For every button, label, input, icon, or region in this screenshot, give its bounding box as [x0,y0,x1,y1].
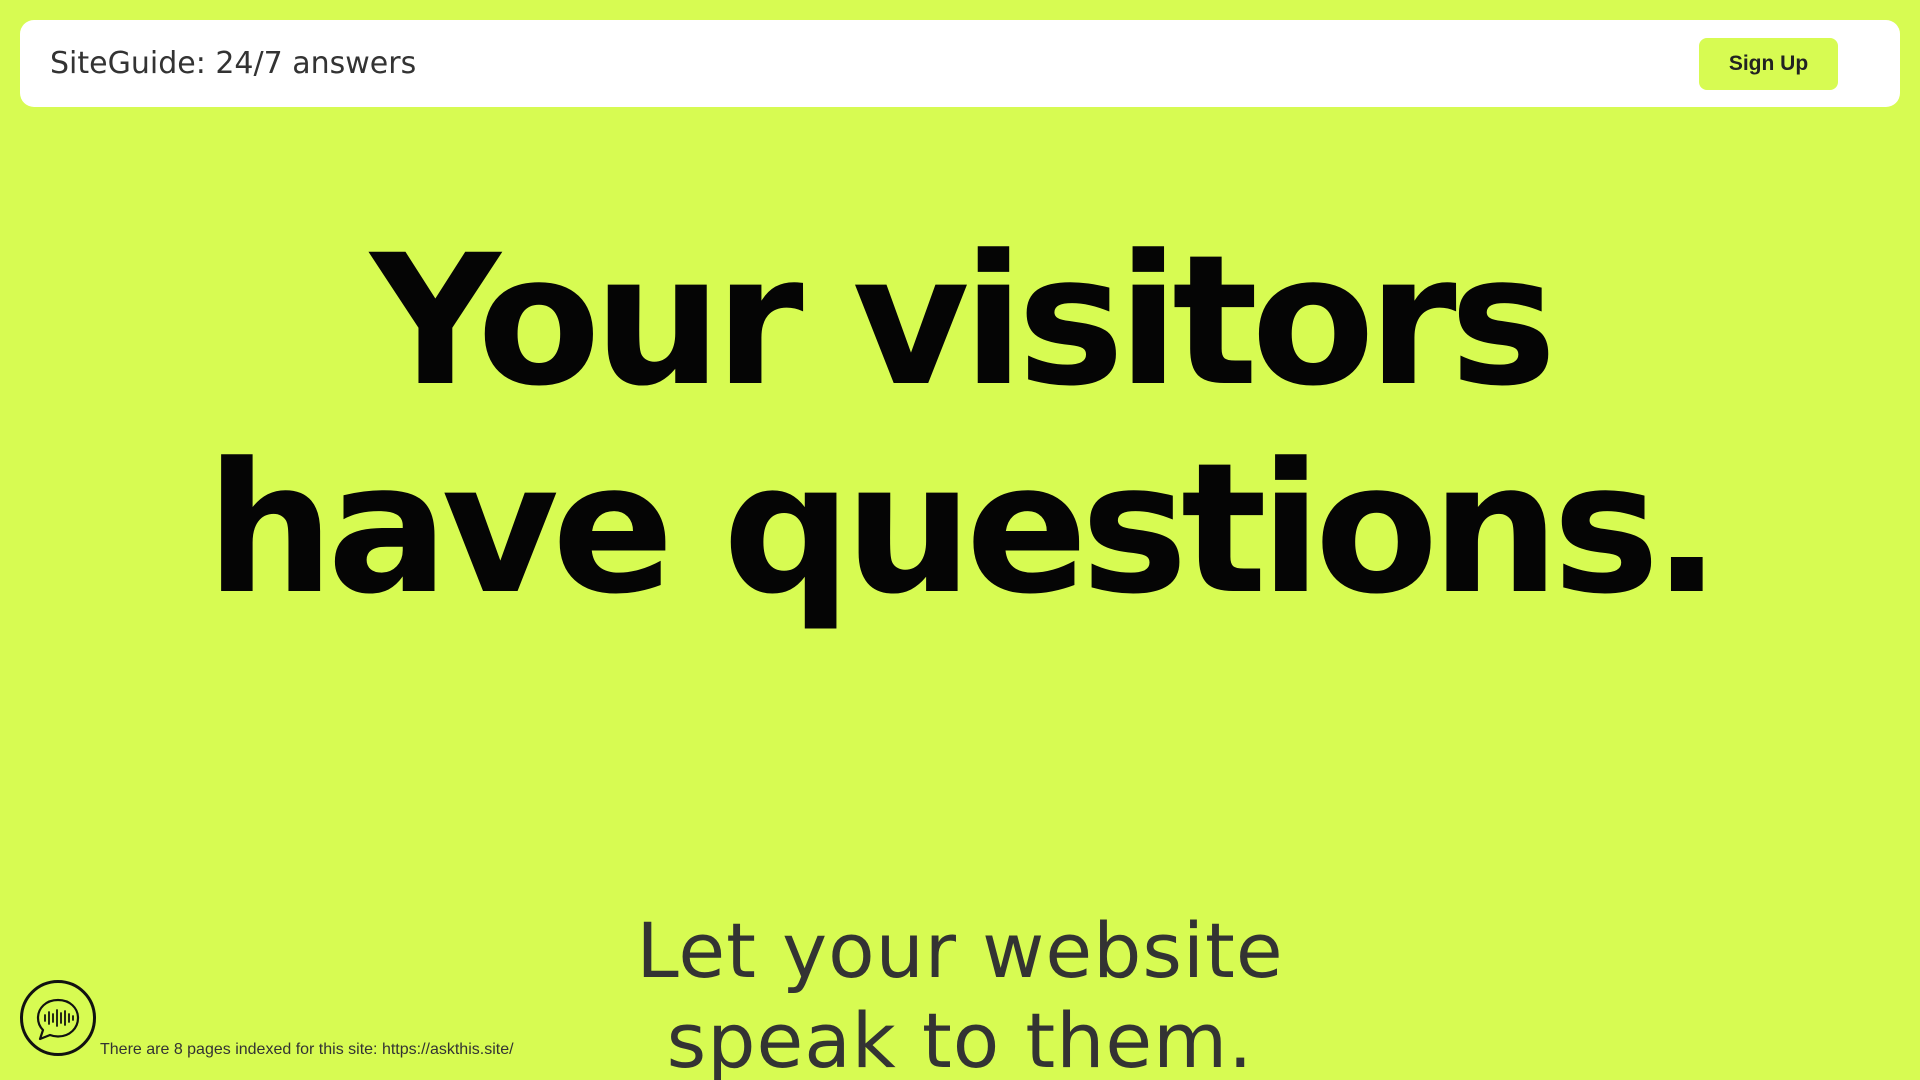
indexed-pages-status: There are 8 pages indexed for this site:… [100,1041,514,1058]
hero-heading: Your visitors have questions. [0,218,1920,634]
hero-heading-line-2: have questions. [206,425,1721,634]
top-navbar: SiteGuide: 24/7 answers Sign Up [20,20,1900,107]
landing-page: SiteGuide: 24/7 answers Sign Up Your vis… [0,0,1920,1080]
chat-widget-button[interactable] [20,980,96,1056]
brand-title: SiteGuide: 24/7 answers [50,46,417,81]
sign-up-button[interactable]: Sign Up [1699,37,1838,90]
hero-heading-line-1: Your visitors [370,217,1557,426]
subheading-line-2: speak to them. [666,996,1254,1080]
subheading-line-1: Let your website [636,906,1284,995]
chat-bubble-soundwave-icon [36,998,80,1041]
